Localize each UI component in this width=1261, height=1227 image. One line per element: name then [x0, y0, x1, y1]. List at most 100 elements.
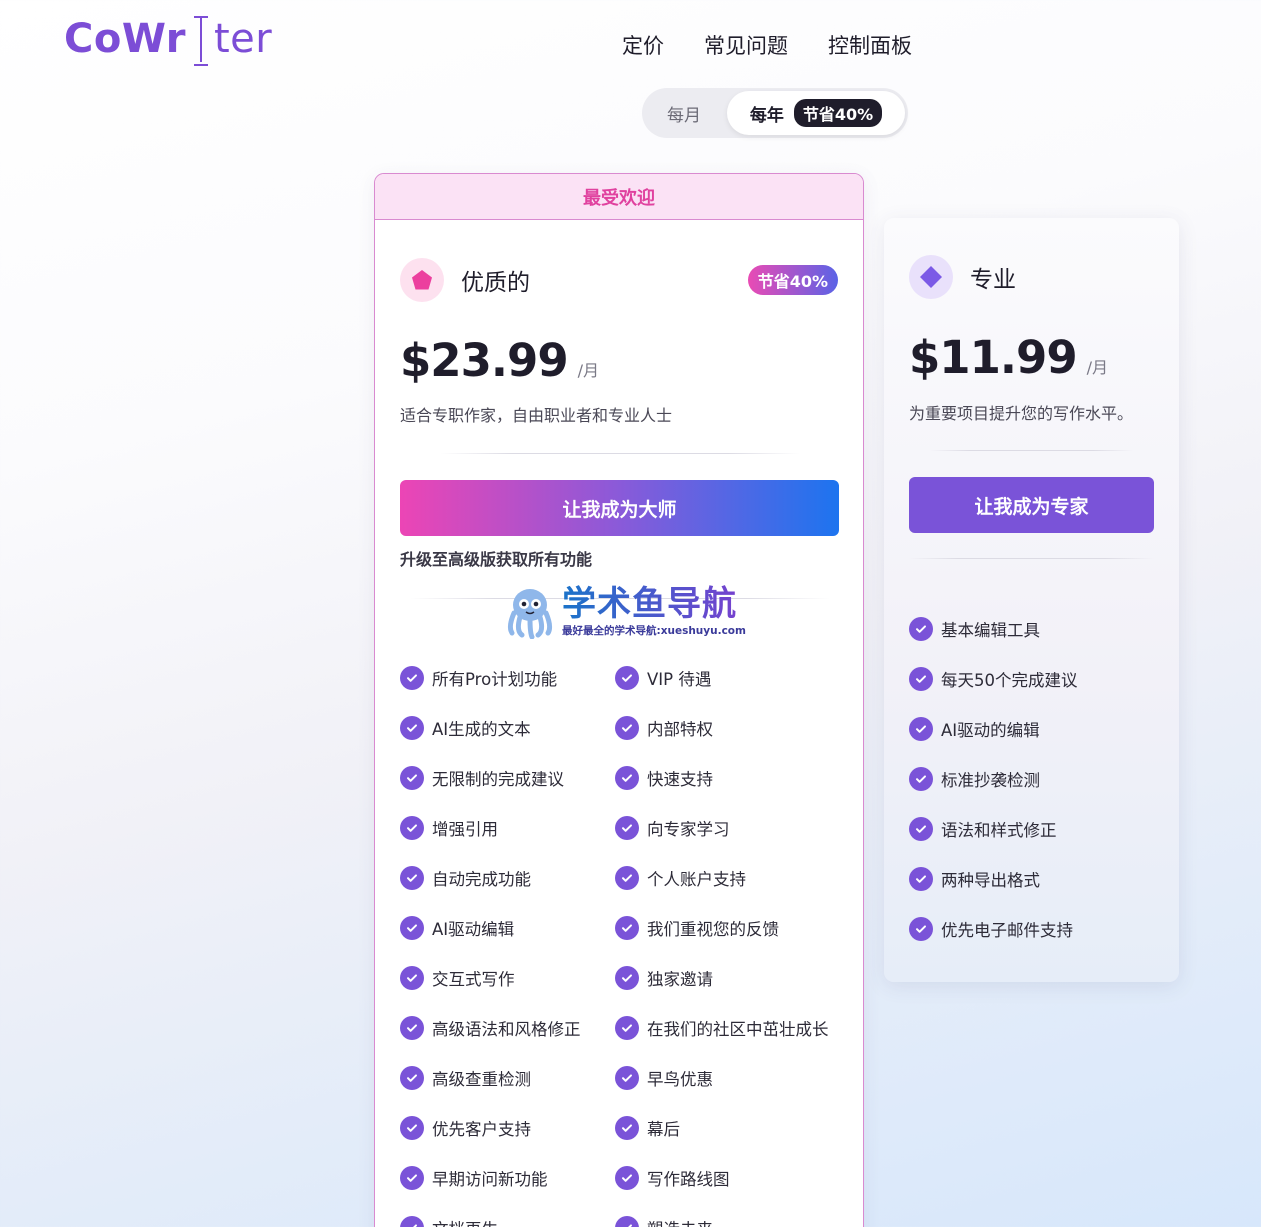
check-icon: [400, 716, 424, 740]
feature-label: 基本编辑工具: [941, 621, 1040, 640]
nav-faq[interactable]: 常见问题: [704, 30, 788, 60]
watermark-text: 学术鱼导航 最好最全的学术导航:xueshuyu.com: [562, 585, 746, 638]
check-icon: [615, 1116, 639, 1140]
feature-item: 个人账户支持: [615, 853, 845, 903]
check-icon: [400, 966, 424, 990]
check-icon: [400, 1216, 424, 1227]
feature-label: 每天50个完成建议: [941, 671, 1078, 690]
billing-yearly-label: 每年: [749, 105, 784, 126]
upgrade-note: 升级至高级版获取所有功能: [400, 550, 593, 569]
feature-item: 高级语法和风格修正: [400, 1003, 615, 1053]
feature-label: 个人账户支持: [647, 870, 746, 889]
feature-item: 早期访问新功能: [400, 1153, 615, 1203]
check-icon: [909, 667, 933, 691]
feature-item: 文档再生: [400, 1203, 615, 1227]
feature-item: 高级查重检测: [400, 1053, 615, 1103]
feature-item: AI生成的文本: [400, 703, 615, 753]
feature-item: 交互式写作: [400, 953, 615, 1003]
main-nav: 定价 常见问题 控制面板: [622, 30, 912, 60]
nav-pricing[interactable]: 定价: [622, 30, 664, 60]
feature-label: 语法和样式修正: [941, 821, 1057, 840]
logo[interactable]: CoWr ter: [64, 14, 272, 66]
feature-label: 内部特权: [647, 720, 713, 739]
premium-price-period: /月: [577, 361, 600, 380]
check-icon: [615, 816, 639, 840]
pro-plan-name: 专业: [970, 267, 1016, 293]
most-popular-ribbon: 最受欢迎: [375, 174, 863, 220]
feature-item: 标准抄袭检测: [909, 754, 1159, 804]
feature-item: 优先电子邮件支持: [909, 904, 1159, 954]
feature-item: 两种导出格式: [909, 854, 1159, 904]
check-icon: [400, 1116, 424, 1140]
check-icon: [615, 1066, 639, 1090]
become-expert-button[interactable]: 让我成为专家: [909, 477, 1154, 533]
feature-label: 增强引用: [432, 820, 498, 839]
octopus-mascot-icon: [507, 589, 553, 639]
feature-item: 基本编辑工具: [909, 604, 1159, 654]
pro-price: $11.99: [909, 331, 1078, 384]
feature-label: VIP 待遇: [647, 670, 712, 689]
premium-plan-header: 优质的: [400, 258, 530, 302]
check-icon: [400, 1016, 424, 1040]
feature-label: 交互式写作: [432, 970, 515, 989]
pro-plan-card: 专业 $11.99 /月 为重要项目提升您的写作水平。 让我成为专家 基本编辑工…: [884, 218, 1179, 982]
feature-label: 标准抄袭检测: [941, 771, 1040, 790]
feature-item: 每天50个完成建议: [909, 654, 1159, 704]
pro-price-row: $11.99 /月: [909, 331, 1108, 384]
feature-label: 在我们的社区中茁壮成长: [647, 1020, 829, 1039]
check-icon: [400, 866, 424, 890]
feature-label: 塑造未来: [647, 1216, 713, 1227]
feature-label: 独家邀请: [647, 970, 713, 989]
feature-item: 独家邀请: [615, 953, 845, 1003]
feature-item: 向专家学习: [615, 803, 845, 853]
check-icon: [400, 766, 424, 790]
pro-plan-header: 专业: [909, 255, 1016, 299]
feature-label: 优先电子邮件支持: [941, 921, 1073, 940]
check-icon: [615, 666, 639, 690]
check-icon: [615, 866, 639, 890]
feature-item: 幕后: [615, 1103, 845, 1153]
diamond-icon: [909, 255, 953, 299]
feature-label: 早鸟优惠: [647, 1070, 713, 1089]
check-icon: [400, 666, 424, 690]
feature-item: 我们重视您的反馈: [615, 903, 845, 953]
feature-item: 在我们的社区中茁壮成长: [615, 1003, 845, 1053]
feature-label: 优先客户支持: [432, 1120, 531, 1139]
billing-toggle: 每月 每年 节省40%: [642, 88, 908, 138]
feature-item: 写作路线图: [615, 1153, 845, 1203]
pro-divider-bottom: [909, 558, 1154, 559]
check-icon: [400, 1166, 424, 1190]
premium-divider-top: [440, 453, 800, 454]
feature-label: 高级查重检测: [432, 1070, 531, 1089]
billing-yearly-option[interactable]: 每年 节省40%: [727, 91, 905, 135]
yearly-save-badge: 节省40%: [793, 99, 883, 127]
feature-label: 快速支持: [647, 770, 713, 789]
premium-price: $23.99: [400, 334, 569, 387]
become-master-button[interactable]: 让我成为大师: [400, 480, 839, 536]
billing-monthly-option[interactable]: 每月: [642, 101, 726, 126]
premium-plan-card: 最受欢迎 优质的 节省40% $23.99 /月 适合专职作家，自由职业者和专业…: [374, 173, 864, 1227]
feature-label: 向专家学习: [647, 820, 730, 839]
feature-item: 所有Pro计划功能: [400, 653, 615, 703]
pro-divider-top: [929, 450, 1134, 451]
pro-feature-list: 基本编辑工具 每天50个完成建议 AI驱动的编辑 标准抄袭检测 语法和样式修正 …: [909, 604, 1159, 954]
feature-item: VIP 待遇: [615, 653, 845, 703]
pro-description: 为重要项目提升您的写作水平。: [909, 404, 1134, 423]
check-icon: [615, 766, 639, 790]
premium-description: 适合专职作家，自由职业者和专业人士: [400, 406, 673, 425]
check-icon: [909, 617, 933, 641]
check-icon: [909, 917, 933, 941]
check-icon: [615, 716, 639, 740]
feature-item: AI驱动编辑: [400, 903, 615, 953]
nav-dashboard[interactable]: 控制面板: [828, 30, 912, 60]
logo-text-left: CoWr: [64, 16, 186, 62]
feature-label: AI驱动的编辑: [941, 721, 1040, 740]
check-icon: [615, 1016, 639, 1040]
feature-item: 自动完成功能: [400, 853, 615, 903]
check-icon: [615, 1216, 639, 1227]
check-icon: [909, 717, 933, 741]
feature-label: 自动完成功能: [432, 870, 531, 889]
pentagon-icon: [400, 258, 444, 302]
feature-label: 幕后: [647, 1120, 680, 1139]
feature-item: 增强引用: [400, 803, 615, 853]
